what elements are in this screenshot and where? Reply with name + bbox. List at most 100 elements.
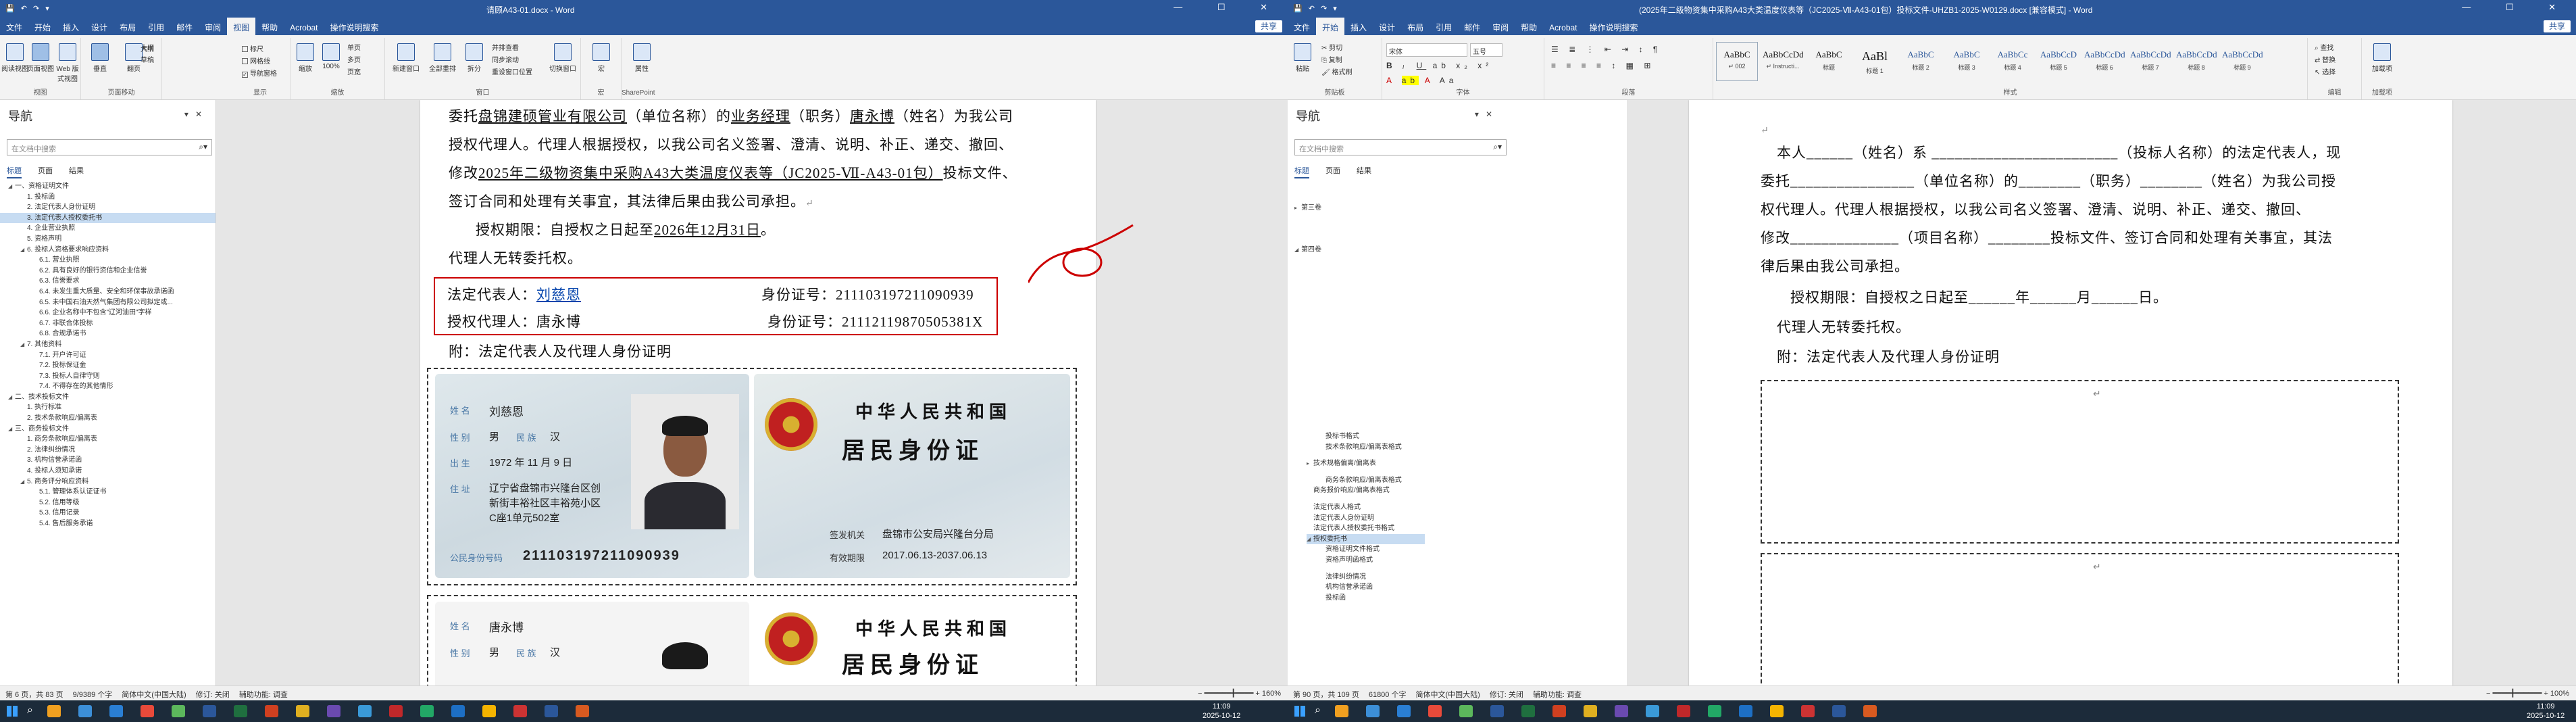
taskbar-app-icon[interactable]: [576, 705, 589, 717]
nav-heading-item[interactable]: 6.2. 具有良好的银行资信和企业信誉: [0, 266, 216, 276]
taskbar-app-icon[interactable]: [1459, 705, 1473, 717]
status-item[interactable]: 第 90 页，共 109 页: [1293, 691, 1359, 699]
page-width-button[interactable]: 页宽: [347, 66, 361, 76]
nav-heading-item[interactable]: 资格证明文件格式: [1307, 544, 1425, 555]
nav-heading-item[interactable]: 6.5. 未中国石油天然气集团有限公司拟定或...: [0, 297, 216, 308]
nav-search-input[interactable]: 在文档中搜索 ⌕▾: [1294, 139, 1507, 155]
one-page-button[interactable]: 单页: [347, 42, 361, 52]
tab-11[interactable]: 操作说明搜索: [324, 18, 385, 33]
nav-heading-item[interactable]: 5.3. 信用记录: [0, 508, 216, 519]
taskbar-app-icon[interactable]: [1615, 705, 1628, 717]
taskbar-app-icon[interactable]: [545, 705, 558, 717]
tab-2[interactable]: 插入: [1344, 18, 1373, 33]
nav-heading-item[interactable]: ◢ 7. 其他资料: [0, 339, 216, 350]
tab-4[interactable]: 布局: [1401, 18, 1430, 33]
nav-heading-item[interactable]: ▸ 技术规格偏离/偏离表: [1307, 458, 1425, 469]
start-icon[interactable]: [1294, 706, 1305, 717]
web-layout-button[interactable]: Web 版式视图: [54, 43, 81, 83]
tab-1[interactable]: 开始: [1316, 18, 1345, 35]
draft-view-toggle[interactable]: 草稿: [141, 54, 154, 64]
tab-3[interactable]: 设计: [85, 18, 113, 33]
tab-6[interactable]: 邮件: [170, 18, 199, 33]
properties-button[interactable]: 属性: [628, 43, 655, 73]
nav-heading-item[interactable]: 5.4. 售后服务承诺: [0, 519, 216, 529]
window-controls[interactable]: — ☐ ✕: [2462, 2, 2572, 13]
style-gallery-item[interactable]: AaBbCc 标题 4: [1992, 42, 2034, 81]
style-gallery-item[interactable]: AaBbC 标题 3: [1946, 42, 1988, 81]
clock-left[interactable]: 11:09 2025-10-12: [1203, 702, 1240, 721]
nav-heading-item[interactable]: 2. 法律纠纷情况: [0, 445, 216, 456]
zoom-level[interactable]: − ━━━━╋━━━━━━ + 100%: [2486, 689, 2569, 698]
nav-heading-item[interactable]: 5.2. 信用等级: [0, 498, 216, 508]
taskbar-app-icon[interactable]: [1770, 705, 1784, 717]
nav-heading-item[interactable]: ◢ 6. 投标人资格要求响应资料: [0, 245, 216, 256]
style-gallery-item[interactable]: AaBbC 标题: [1808, 42, 1850, 81]
zoom-level[interactable]: − ━━━━━━╋━━━━ + 160%: [1198, 689, 1281, 698]
taskbar-app-icon[interactable]: [1863, 705, 1877, 717]
nav-pane-controls[interactable]: ▾✕: [1475, 110, 1499, 119]
nav-heading-item[interactable]: 1. 商务条款响应/偏离表: [0, 434, 216, 445]
taskbar-app-icon[interactable]: [47, 705, 61, 717]
style-gallery-item[interactable]: AaBbCcD 标题 5: [2038, 42, 2079, 81]
tab-5[interactable]: 引用: [1430, 18, 1458, 33]
font-size-select[interactable]: 五号: [1470, 43, 1502, 57]
gridlines-checkbox[interactable]: 网格线: [242, 55, 270, 66]
taskbar-app-icon[interactable]: [420, 705, 434, 717]
taskbar-app-icon[interactable]: [265, 705, 278, 717]
font-name-select[interactable]: 宋体: [1386, 43, 1467, 57]
taskbar-app-icon[interactable]: [1428, 705, 1442, 717]
taskbar-app-icon[interactable]: [358, 705, 372, 717]
macros-button[interactable]: 宏: [588, 43, 615, 73]
search-icon[interactable]: ⌕▾: [199, 142, 207, 152]
nav-heading-item[interactable]: 5. 资格声明: [0, 234, 216, 245]
replace-button[interactable]: ⇄ 替换: [2315, 54, 2335, 64]
nav-heading-item[interactable]: 1. 执行标准: [0, 402, 216, 413]
zoom-slider[interactable]: − ━━━━╋━━━━━━ +: [2486, 690, 2550, 698]
font-color-buttons[interactable]: A ab A Aa: [1386, 76, 1457, 85]
tab-1[interactable]: 开始: [28, 18, 57, 33]
zoom-button[interactable]: 缩放: [292, 43, 319, 73]
style-gallery-item[interactable]: AaBbCcDd ↵ Instructi...: [1762, 42, 1804, 81]
multiple-pages-button[interactable]: 多页: [347, 54, 361, 64]
nav-heading-item[interactable]: 4. 投标人须知承诺: [0, 466, 216, 477]
nav-heading-item[interactable]: 法定代表人身份证明: [1307, 513, 1425, 524]
view-side-by-side-button[interactable]: 并排查看: [492, 42, 519, 52]
taskbar-app-icon[interactable]: [296, 705, 309, 717]
switch-windows-button[interactable]: 切换窗口: [547, 43, 578, 73]
nav-heading-item[interactable]: 2. 法定代表人身份证明: [0, 202, 216, 213]
window-controls[interactable]: — ☐ ✕: [1173, 2, 1284, 13]
split-button[interactable]: 拆分: [461, 43, 488, 73]
nav-heading-item[interactable]: 商务报价响应/偏离表格式: [1307, 485, 1425, 496]
nav-heading-item[interactable]: 6.6. 企业名称中不包含"辽河油田"字样: [0, 308, 216, 318]
share-button[interactable]: 共享: [1255, 20, 1282, 32]
nav-heading-item[interactable]: 4. 企业营业执照: [0, 223, 216, 234]
taskbar-app-icon[interactable]: [1801, 705, 1815, 717]
nav-tab-pages[interactable]: 页面: [38, 167, 53, 175]
style-gallery-item[interactable]: AaBl 标题 1: [1854, 42, 1896, 81]
nav-heading-item[interactable]: ◢ 授权委托书: [1307, 533, 1425, 545]
reset-window-position-button[interactable]: 重设窗口位置: [492, 66, 532, 76]
nav-heading-item[interactable]: 资格声明函格式: [1307, 555, 1425, 566]
new-window-button[interactable]: 新建窗口: [389, 43, 423, 73]
format-painter-button[interactable]: 🖌 格式刷: [1321, 66, 1352, 76]
nav-heading-item[interactable]: 6.3. 信誉要求: [0, 276, 216, 287]
taskbar-app-icon[interactable]: [1335, 705, 1348, 717]
tab-0[interactable]: 文件: [1288, 18, 1316, 33]
nav-heading-item[interactable]: 7.2. 投标保证金: [0, 360, 216, 371]
share-button[interactable]: 共享: [2543, 20, 2571, 32]
nav-heading-item[interactable]: 法定代表人授权委托书格式: [1307, 523, 1425, 534]
nav-item-volume-3[interactable]: ▸ 第三卷: [1294, 203, 1324, 214]
taskbar-app-icon[interactable]: [1832, 705, 1846, 717]
nav-heading-item[interactable]: 3. 机构信誉承诺函: [0, 455, 216, 466]
tab-5[interactable]: 引用: [142, 18, 170, 33]
nav-heading-item[interactable]: 7.3. 投标人自律守则: [0, 371, 216, 382]
taskbar-app-icon[interactable]: [172, 705, 185, 717]
taskbar-app-icon[interactable]: [513, 705, 527, 717]
nav-heading-item[interactable]: 法定代表人格式: [1307, 502, 1425, 513]
taskbar-app-icon[interactable]: [1552, 705, 1566, 717]
zoom-100-button[interactable]: 100%: [318, 43, 345, 70]
search-icon[interactable]: ⌕: [27, 704, 33, 717]
taskbar-app-icon[interactable]: [234, 705, 247, 717]
arrange-all-button[interactable]: 全部重排: [426, 43, 459, 73]
select-button[interactable]: ↖ 选择: [2315, 66, 2335, 76]
